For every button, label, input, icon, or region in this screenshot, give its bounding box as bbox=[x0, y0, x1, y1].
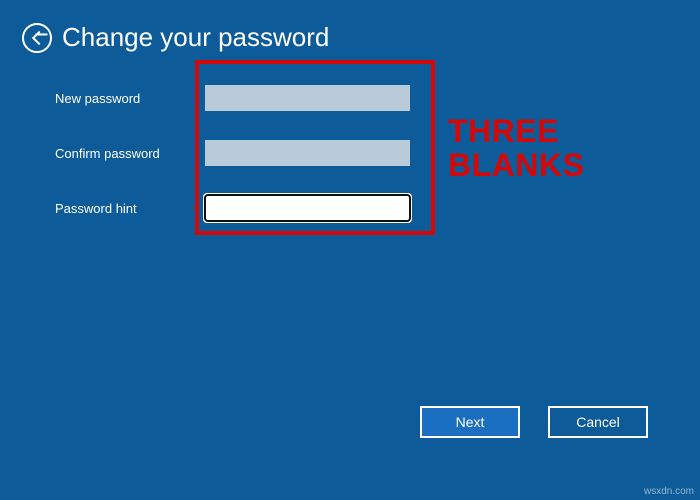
annotation-line-1: THREE bbox=[448, 115, 584, 149]
annotation-text: THREE BLANKS bbox=[448, 115, 584, 182]
footer-buttons: Next Cancel bbox=[420, 406, 648, 438]
new-password-label: New password bbox=[55, 91, 205, 106]
cancel-button[interactable]: Cancel bbox=[548, 406, 648, 438]
header: Change your password bbox=[22, 22, 329, 53]
password-hint-input[interactable] bbox=[205, 195, 410, 221]
back-button[interactable] bbox=[22, 23, 52, 53]
new-password-input[interactable] bbox=[205, 85, 410, 111]
password-hint-label: Password hint bbox=[55, 201, 205, 216]
back-arrow-icon bbox=[31, 30, 45, 44]
watermark: wsxdn.com bbox=[644, 486, 694, 497]
new-password-row: New password bbox=[55, 85, 410, 111]
annotation-line-2: BLANKS bbox=[448, 149, 584, 183]
next-button[interactable]: Next bbox=[420, 406, 520, 438]
confirm-password-label: Confirm password bbox=[55, 146, 205, 161]
confirm-password-input[interactable] bbox=[205, 140, 410, 166]
confirm-password-row: Confirm password bbox=[55, 140, 410, 166]
password-hint-row: Password hint bbox=[55, 195, 410, 221]
change-password-screen: { "header": { "title": "Change your pass… bbox=[0, 0, 700, 500]
page-title: Change your password bbox=[62, 22, 329, 53]
